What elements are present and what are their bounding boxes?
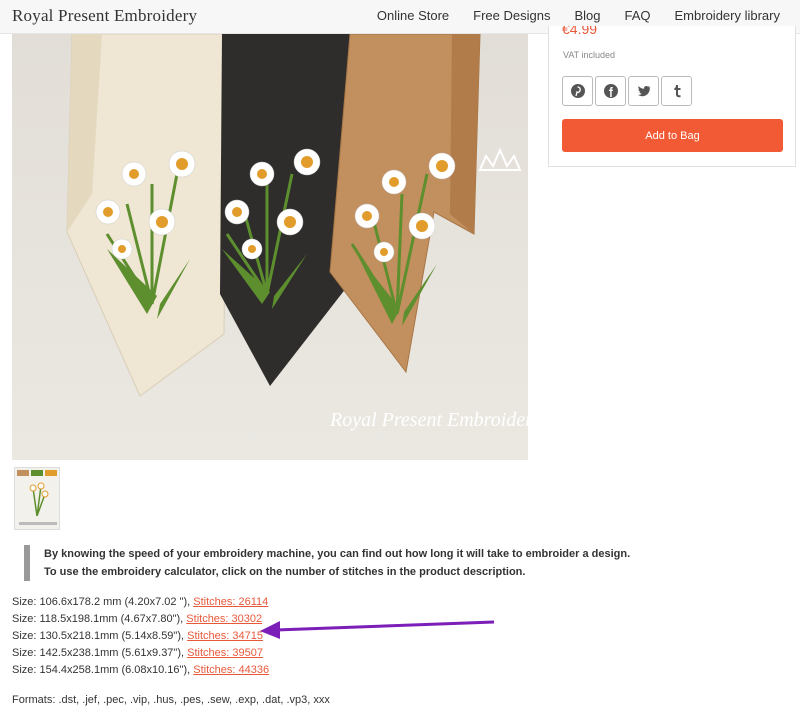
size-row: Size: 106.6x178.2 mm (4.20x7.02 "), Stit… [12,596,269,608]
stitches-link[interactable]: Stitches: 44336 [193,664,269,676]
tumblr-icon [673,85,680,98]
size-row: Size: 142.5x238.1mm (5.61x9.37"), Stitch… [12,647,263,659]
sizes-list: Size: 106.6x178.2 mm (4.20x7.02 "), Stit… [12,594,269,679]
note-line-1: By knowing the speed of your embroidery … [44,548,631,560]
nav-blog[interactable]: Blog [574,8,600,23]
nav-faq[interactable]: FAQ [625,8,651,23]
main-nav: Online Store Free Designs Blog FAQ Embro… [377,8,780,23]
calculator-note: By knowing the speed of your embroidery … [24,545,630,581]
formats-text: Formats: .dst, .jef, .pec, .vip, .hus, .… [12,694,330,706]
brand-logo[interactable]: Royal Present Embroidery [12,6,197,26]
price: €4.99 [562,26,598,36]
twitter-icon [637,85,650,97]
stitches-link[interactable]: Stitches: 26114 [193,596,268,608]
stitches-link[interactable]: Stitches: 30302 [186,613,262,625]
nav-embroidery-library[interactable]: Embroidery library [675,8,780,23]
size-row: Size: 118.5x198.1mm (4.67x7.80"), Stitch… [12,613,263,625]
nav-free-designs[interactable]: Free Designs [473,8,550,23]
facebook-icon [603,84,618,98]
pinterest-icon [570,84,585,98]
tumblr-share-button[interactable] [661,76,692,106]
watermark-text: Royal Present Embroidery [329,409,528,431]
note-line-2: To use the embroidery calculator, click … [44,566,526,578]
facebook-share-button[interactable] [595,76,626,106]
add-to-bag-button[interactable]: Add to Bag [562,119,783,152]
product-image[interactable]: Royal Present Embroidery [12,34,528,460]
size-row: Size: 130.5x218.1mm (5.14x8.59"), Stitch… [12,630,263,642]
vat-note: VAT included [563,50,616,60]
size-row: Size: 154.4x258.1mm (6.08x10.16"), Stitc… [12,664,270,676]
stitches-link[interactable]: Stitches: 34715 [187,630,263,642]
share-buttons [562,76,692,106]
stitches-link[interactable]: Stitches: 39507 [187,647,263,659]
product-thumbnail[interactable] [14,467,60,530]
product-panel: €4.99 VAT included Add to Bag [548,26,796,167]
twitter-share-button[interactable] [628,76,659,106]
pinterest-share-button[interactable] [562,76,593,106]
nav-online-store[interactable]: Online Store [377,8,449,23]
